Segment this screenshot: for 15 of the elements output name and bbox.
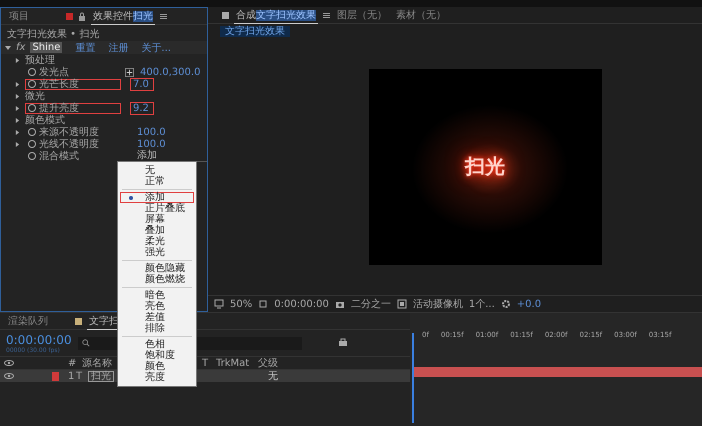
- glowing-text: 扫光: [465, 153, 505, 180]
- property-label: 颜色模式: [24, 114, 66, 126]
- property-label: 提升亮度: [25, 102, 121, 114]
- property-label: 预处理: [24, 54, 56, 66]
- layer-number: 1: [68, 370, 74, 382]
- property-label: 微光: [24, 90, 46, 102]
- fx-label: fx: [16, 42, 26, 53]
- property-label: 发光点: [25, 66, 125, 78]
- property-label: 光芒长度: [25, 78, 121, 90]
- property-label: 来源不透明度: [25, 126, 125, 138]
- property-label: 混合模式: [25, 150, 125, 162]
- effect-name: Shine: [30, 42, 62, 53]
- layer-type: T: [76, 370, 82, 382]
- breadcrumb: 文字扫光效果 • 扫光: [6, 28, 100, 41]
- property-label: 光线不透明度: [25, 138, 125, 150]
